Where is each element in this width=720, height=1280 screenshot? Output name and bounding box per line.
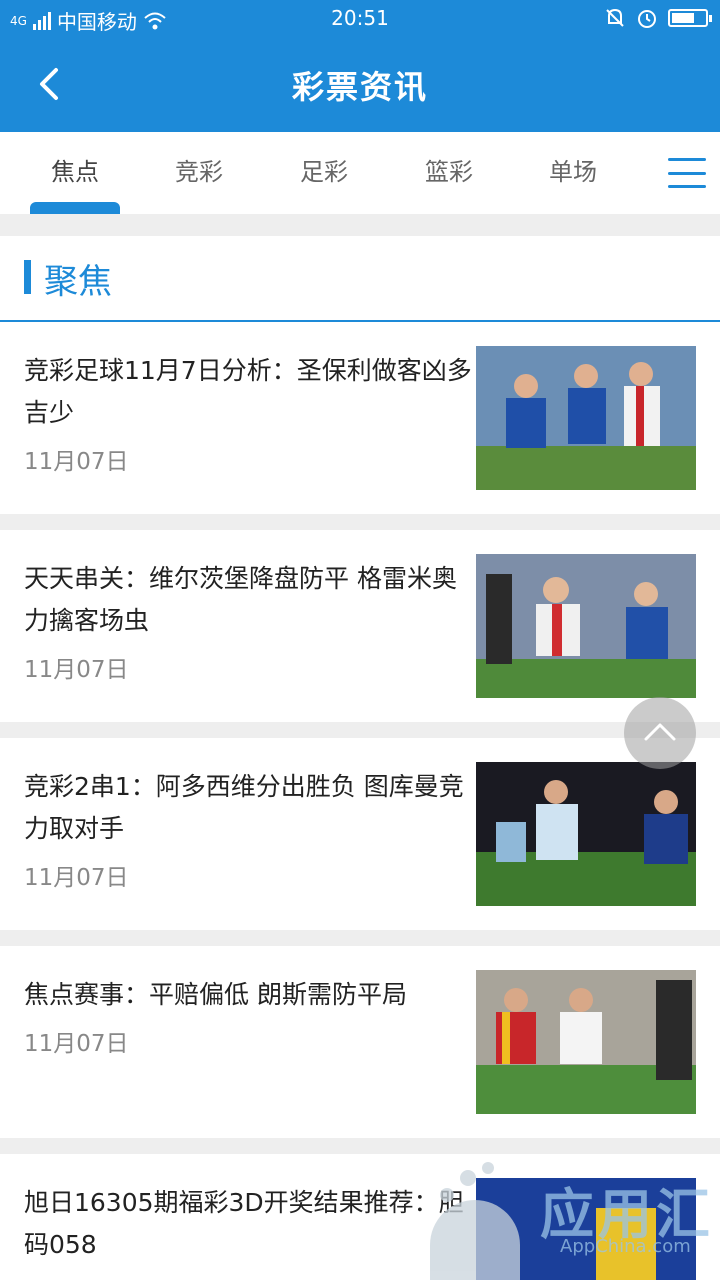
news-title: 竞彩足球11月7日分析：圣保利做客凶多吉少 bbox=[24, 356, 472, 427]
news-title: 旭日16305期福彩3D开奖结果推荐：胆码058 bbox=[24, 1188, 464, 1259]
news-title: 竞彩2串1：阿多西维分出胜负 图库曼竞力取对手 bbox=[24, 772, 464, 843]
chevron-up-icon bbox=[644, 723, 676, 741]
tab-lancai[interactable]: 篮彩 bbox=[394, 152, 504, 187]
tab-zucai[interactable]: 足彩 bbox=[269, 152, 379, 187]
back-to-top-button[interactable] bbox=[624, 697, 696, 769]
news-thumbnail bbox=[476, 970, 696, 1114]
news-date: 11月07日 bbox=[24, 1031, 129, 1057]
news-date: 11月07日 bbox=[24, 449, 129, 475]
category-tabs: 焦点 竞彩 足彩 篮彩 单场 bbox=[0, 132, 720, 214]
tab-focus[interactable]: 焦点 bbox=[20, 152, 130, 187]
news-item[interactable]: 焦点赛事：平赔偏低 朗斯需防平局 11月07日 bbox=[0, 946, 720, 1138]
news-item[interactable]: 竞彩2串1：阿多西维分出胜负 图库曼竞力取对手 11月07日 bbox=[0, 738, 720, 930]
status-bar: 4G 中国移动 20:51 bbox=[0, 0, 720, 36]
active-tab-indicator bbox=[30, 202, 120, 214]
tab-jingcai[interactable]: 竞彩 bbox=[144, 152, 254, 187]
news-date: 11月07日 bbox=[24, 657, 129, 683]
tab-danchang[interactable]: 单场 bbox=[518, 152, 628, 187]
news-item[interactable]: 竞彩足球11月7日分析：圣保利做客凶多吉少 11月07日 bbox=[0, 322, 720, 514]
status-right bbox=[604, 7, 712, 29]
news-thumbnail bbox=[476, 762, 696, 906]
page-title: 彩票资讯 bbox=[291, 68, 428, 106]
news-thumbnail bbox=[476, 554, 696, 698]
alarm-icon bbox=[638, 10, 656, 28]
section-header: 聚焦 bbox=[0, 236, 720, 322]
news-date: 11月07日 bbox=[24, 865, 129, 891]
news-item[interactable]: 天天串关：维尔茨堡降盘防平 格雷米奥力擒客场虫 11月07日 bbox=[0, 530, 720, 722]
mute-bell-icon bbox=[606, 8, 624, 27]
battery-icon bbox=[668, 9, 712, 27]
news-title: 天天串关：维尔茨堡降盘防平 格雷米奥力擒客场虫 bbox=[24, 564, 457, 635]
watermark-logo: 应用汇 AppChina.com bbox=[420, 1160, 720, 1280]
section-accent-bar bbox=[24, 260, 31, 294]
section-title: 聚焦 bbox=[44, 262, 112, 302]
app-bar: 彩票资讯 bbox=[0, 36, 720, 132]
news-thumbnail bbox=[476, 346, 696, 490]
news-title: 焦点赛事：平赔偏低 朗斯需防平局 bbox=[24, 980, 407, 1009]
watermark-sub: AppChina.com bbox=[560, 1236, 691, 1257]
menu-icon[interactable] bbox=[668, 158, 706, 188]
